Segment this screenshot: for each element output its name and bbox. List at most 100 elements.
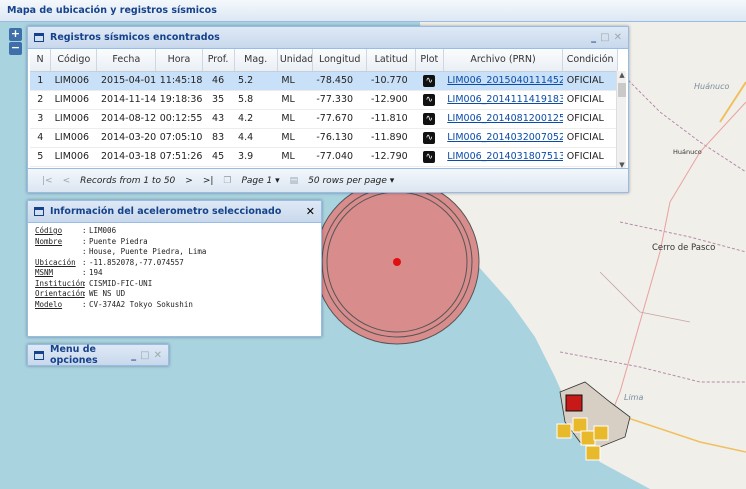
hora-cell: 07:51:26 — [155, 147, 203, 167]
last-page-icon[interactable]: >| — [203, 176, 214, 186]
column-header[interactable]: Fecha — [96, 49, 157, 72]
column-header[interactable]: Latitud — [366, 49, 416, 72]
n-cell: 2 — [30, 90, 51, 110]
longitud-cell: -77.040 — [312, 147, 367, 167]
info-value: 194 — [89, 268, 103, 277]
condicion-cell: OFICIAL — [562, 128, 618, 148]
minimize-icon[interactable]: _ — [131, 350, 136, 361]
map-label-lima: Lima — [624, 393, 644, 402]
waveform-plot-icon[interactable]: ∿ — [423, 112, 436, 125]
maximize-icon[interactable]: □ — [140, 350, 149, 361]
zoom-in-button[interactable]: + — [9, 28, 22, 41]
fecha-cell: 2014-03-20 — [96, 128, 156, 148]
accelerometer-details: Código: LIM006 Nombre: Puente Piedra: House,… — [28, 223, 321, 310]
mag-cell: 4.4 — [234, 128, 278, 148]
close-icon[interactable]: ✕ — [154, 350, 162, 361]
panel-header: Información del acelerometro seleccionad… — [28, 201, 321, 223]
prof-cell: 83 — [202, 128, 235, 148]
info-separator: : — [82, 236, 87, 246]
info-row: Institución: CISMID-FIC-UNI — [28, 279, 321, 290]
prn-file-link[interactable]: LIM006_20141114191837 — [447, 94, 563, 105]
info-row: Ubicación: -11.852078,-77.074557 — [28, 258, 321, 269]
column-header[interactable]: Archivo (PRN) — [443, 49, 564, 72]
page-select[interactable]: Page 1 — [241, 176, 272, 186]
codigo-cell: LIM006 — [50, 90, 97, 110]
column-header[interactable]: Condición — [562, 49, 618, 72]
info-key: MSNM — [35, 268, 54, 277]
prn-file-link[interactable]: LIM006_20140318075132 — [447, 151, 563, 162]
zoom-out-button[interactable]: − — [9, 42, 22, 55]
fecha-cell: 2014-11-14 — [96, 90, 156, 110]
longitud-cell: -77.330 — [312, 90, 367, 110]
codigo-cell: LIM006 — [50, 71, 97, 91]
maximize-icon[interactable]: □ — [600, 32, 609, 43]
close-icon[interactable]: ✕ — [614, 32, 622, 43]
archivo-cell: LIM006_20140812001256 — [443, 109, 563, 129]
prof-cell: 35 — [202, 90, 235, 110]
window-icon — [34, 33, 44, 42]
table-scrollbar[interactable]: ▲ ▼ — [616, 71, 626, 169]
waveform-plot-icon[interactable]: ∿ — [423, 74, 436, 87]
prev-page-icon[interactable]: < — [63, 176, 71, 186]
info-row: Orientación: WE NS UD — [28, 289, 321, 300]
hora-cell: 00:12:55 — [155, 109, 203, 129]
n-cell: 1 — [30, 71, 51, 91]
table-row[interactable]: 1 LIM006 2015-04-01 11:45:18 46 5.2 ML -78.450-… — [30, 71, 618, 91]
archivo-cell: LIM006_20140318075132 — [443, 147, 563, 167]
minimize-icon[interactable]: _ — [591, 32, 596, 43]
panel-header: Menu de opciones _ □ ✕ — [28, 344, 168, 366]
hora-cell: 11:45:18 — [155, 71, 203, 91]
prn-file-link[interactable]: LIM006_20150401114527 — [447, 75, 563, 86]
table-row[interactable]: 4 LIM006 2014-03-20 07:05:10 83 4.4 ML -76.130-… — [30, 128, 618, 148]
column-header[interactable]: N — [30, 49, 52, 72]
column-header[interactable]: Unidad — [277, 49, 313, 72]
condicion-cell: OFICIAL — [562, 109, 618, 129]
table-row[interactable]: 2 LIM006 2014-11-14 19:18:36 35 5.8 ML -77.330-… — [30, 90, 618, 110]
column-header[interactable]: Código — [50, 49, 98, 72]
scrollbar-thumb[interactable] — [618, 83, 626, 97]
first-page-icon[interactable]: |< — [42, 176, 53, 186]
column-header[interactable]: Longitud — [312, 49, 368, 72]
info-row: MSNM:194 — [28, 268, 321, 279]
codigo-cell: LIM006 — [50, 109, 97, 129]
info-key: Ubicación — [35, 257, 76, 267]
prn-file-link[interactable]: LIM006_20140320070520 — [447, 132, 563, 143]
table-row[interactable]: 3 LIM006 2014-08-12 00:12:55 43 4.2 ML -77.670-… — [30, 109, 618, 129]
info-value: CV-374A2 Tokyo Sokushin — [89, 299, 193, 309]
column-header[interactable]: Hora — [155, 49, 203, 72]
prn-file-link[interactable]: LIM006_20140812001256 — [447, 113, 563, 124]
info-separator: : — [82, 268, 87, 277]
epicenter-marker[interactable] — [314, 179, 480, 345]
waveform-plot-icon[interactable]: ∿ — [423, 93, 436, 106]
records-range: Records from 1 to 50 — [80, 175, 176, 186]
scroll-up-icon[interactable]: ▲ — [617, 71, 627, 79]
waveform-plot-icon[interactable]: ∿ — [423, 150, 436, 163]
column-header[interactable]: Prof. — [202, 49, 235, 72]
info-separator: : — [82, 226, 87, 235]
close-icon[interactable]: ✕ — [306, 205, 315, 218]
column-header[interactable]: Plot — [415, 49, 444, 72]
longitud-cell: -78.450 — [312, 71, 367, 91]
info-separator: : — [82, 289, 87, 298]
accelerometer-info-panel: Información del acelerometro seleccionad… — [27, 200, 322, 337]
unidad-cell: ML — [277, 90, 313, 110]
mag-cell: 5.8 — [234, 90, 278, 110]
column-header[interactable]: Mag. — [234, 49, 278, 72]
longitud-cell: -77.670 — [312, 109, 367, 129]
rows-per-page-select[interactable]: 50 rows per page — [308, 176, 387, 186]
prof-cell: 46 — [202, 71, 235, 91]
app-title: Mapa de ubicación y registros sísmicos — [0, 0, 746, 22]
info-value: House, Puente Piedra, Lima — [89, 247, 207, 256]
info-separator: : — [82, 278, 87, 288]
info-separator: : — [82, 299, 87, 309]
fecha-cell: 2015-04-01 — [96, 71, 156, 91]
next-page-icon[interactable]: > — [185, 176, 193, 186]
fecha-cell: 2014-03-18 — [96, 147, 156, 167]
table-header-row: N Código Fecha Hora Prof. Mag. Unidad Longitud L… — [30, 49, 618, 72]
panel-title: Menu de opciones — [50, 344, 98, 366]
unidad-cell: ML — [277, 71, 313, 91]
waveform-plot-icon[interactable]: ∿ — [423, 131, 436, 144]
table-row[interactable]: 5 LIM006 2014-03-18 07:51:26 45 3.9 ML -77.040-… — [30, 147, 618, 167]
plot-cell: ∿ — [415, 109, 444, 129]
info-key: Nombre — [35, 236, 63, 246]
